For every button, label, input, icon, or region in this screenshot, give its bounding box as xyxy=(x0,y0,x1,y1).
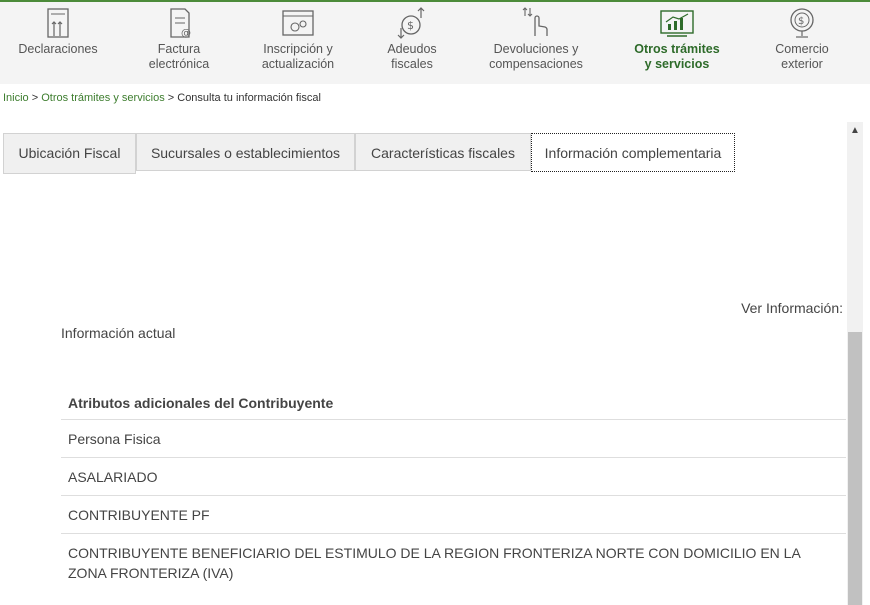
nav-label-line2: electrónica xyxy=(148,57,210,71)
devoluciones-icon xyxy=(522,7,548,36)
svg-text:$: $ xyxy=(798,16,804,27)
vertical-scrollbar[interactable]: ▲ xyxy=(847,122,863,605)
breadcrumb: Inicio > Otros trámites y servicios > Co… xyxy=(3,92,321,104)
factura-icon: @ xyxy=(170,8,191,39)
tab-sucursales[interactable]: Sucursales o establecimientos xyxy=(136,133,355,171)
ver-informacion-label: Ver Información: xyxy=(741,300,843,316)
nav-declaraciones[interactable]: Declaraciones xyxy=(14,6,102,80)
nav-otros-tramites[interactable]: Otros trámites y servicios xyxy=(627,6,727,80)
nav-label-line2: y servicios xyxy=(644,57,710,71)
inscripcion-icon xyxy=(282,10,314,36)
breadcrumb-home-link[interactable]: Inicio xyxy=(3,92,29,104)
table-row: CONTRIBUYENTE PF xyxy=(61,495,846,534)
nav-label-line2: actualización xyxy=(261,57,335,71)
nav-label-line1: Comercio xyxy=(775,42,829,56)
comercio-exterior-icon: $ xyxy=(790,8,814,38)
nav-label-line2: exterior xyxy=(781,57,823,71)
breadcrumb-current: Consulta tu información fiscal xyxy=(177,92,321,104)
nav-label-line2: compensaciones xyxy=(489,57,583,71)
tab-caracteristicas-fiscales[interactable]: Características fiscales xyxy=(355,133,531,171)
otros-tramites-icon xyxy=(660,10,694,37)
table-row: Persona Fisica xyxy=(61,419,846,458)
nav-label-line1: Inscripción y xyxy=(263,42,333,56)
table-cell: ASALARIADO xyxy=(61,457,846,496)
breadcrumb-section-link[interactable]: Otros trámites y servicios xyxy=(41,92,164,104)
table-row: CONTRIBUYENTE BENEFICIARIO DEL ESTIMULO … xyxy=(61,534,846,592)
adeudos-icon: $ xyxy=(397,7,425,39)
table-header-row: Atributos adicionales del Contribuyente xyxy=(61,385,846,420)
table-cell: CONTRIBUYENTE PF xyxy=(61,495,846,534)
tab-informacion-complementaria[interactable]: Información complementaria xyxy=(531,133,735,172)
nav-label-line1: Adeudos xyxy=(387,42,437,56)
nav-comercio-exterior[interactable]: $ Comercio exterior xyxy=(762,6,842,80)
atributos-table: Atributos adicionales del Contribuyente … xyxy=(61,385,846,591)
nav-factura-electronica[interactable]: @ Factura electrónica xyxy=(136,6,222,80)
informacion-actual-label: Información actual xyxy=(61,325,176,341)
top-navigation: Declaraciones @ Factura electrónica Insc… xyxy=(0,0,870,84)
svg-text:@: @ xyxy=(181,28,191,39)
scroll-up-arrow-icon[interactable]: ▲ xyxy=(847,122,863,140)
table-row: ASALARIADO xyxy=(61,457,846,496)
nav-label-line1: Factura xyxy=(157,42,201,56)
nav-devoluciones[interactable]: Devoluciones y compensaciones xyxy=(482,6,590,80)
nav-adeudos-fiscales[interactable]: $ Adeudos fiscales xyxy=(372,6,452,80)
table-cell: CONTRIBUYENTE BENEFICIARIO DEL ESTIMULO … xyxy=(68,545,801,581)
table-cell: Persona Fisica xyxy=(61,419,846,458)
declaraciones-icon xyxy=(47,8,69,38)
nav-label-line1: Declaraciones xyxy=(18,42,98,56)
breadcrumb-separator: > xyxy=(28,92,42,104)
tab-ubicacion-fiscal[interactable]: Ubicación Fiscal xyxy=(3,133,136,174)
svg-text:$: $ xyxy=(407,19,414,32)
nav-label-line1: Otros trámites xyxy=(634,42,720,56)
nav-label-line2: fiscales xyxy=(391,57,433,71)
nav-inscripcion[interactable]: Inscripción y actualización xyxy=(252,6,344,80)
breadcrumb-separator: > xyxy=(164,92,178,104)
table-header: Atributos adicionales del Contribuyente xyxy=(61,385,846,420)
nav-label-line1: Devoluciones y xyxy=(493,42,579,56)
scrollbar-thumb[interactable] xyxy=(848,332,862,605)
